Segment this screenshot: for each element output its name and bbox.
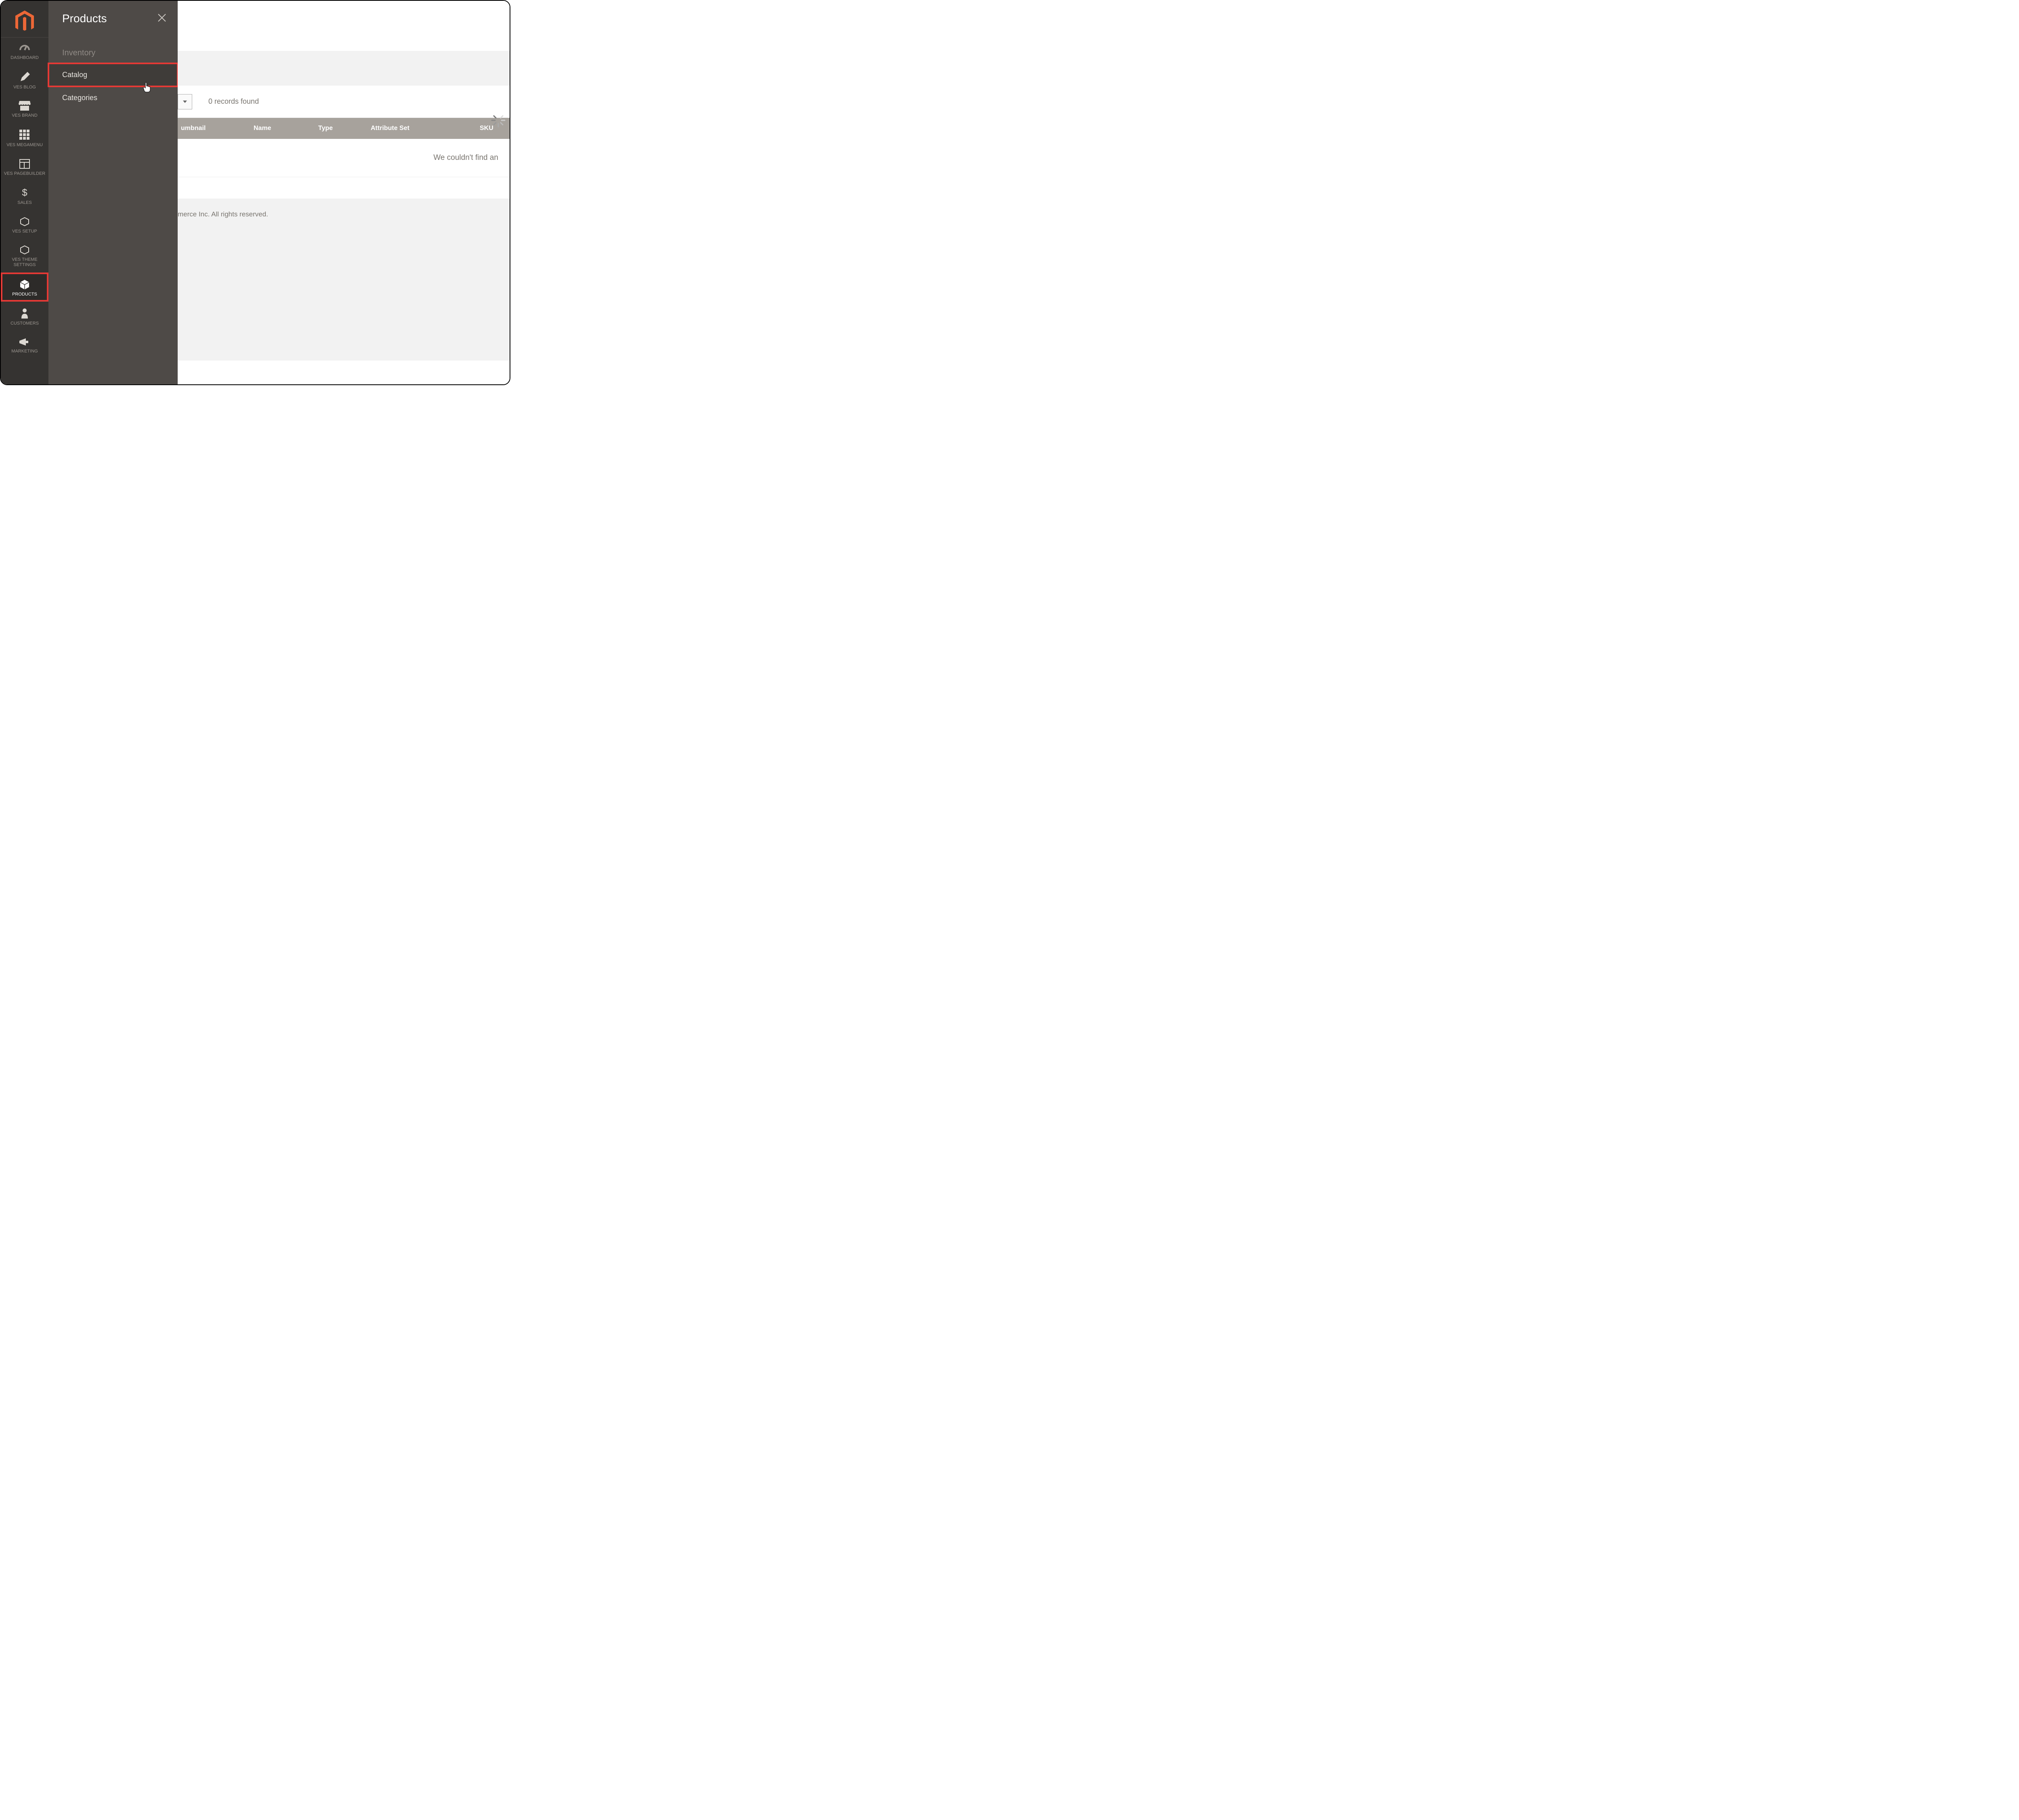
nav-label: MARKETING <box>11 349 38 354</box>
layout-icon <box>19 159 30 169</box>
submenu-item-label: Categories <box>62 94 97 102</box>
loading-spinner <box>490 112 506 128</box>
submenu-catalog[interactable]: Catalog <box>48 63 178 86</box>
top-blank-area <box>178 1 510 51</box>
magento-logo-icon <box>15 10 35 33</box>
nav-dashboard[interactable]: DASHBOARD <box>1 38 48 65</box>
toolbar-row: 0 records found <box>178 86 510 118</box>
nav-label: VES THEME SETTINGS <box>12 257 37 267</box>
footer-copyright: merce Inc. All rights reserved. <box>178 210 268 218</box>
box-icon <box>19 279 30 289</box>
nav-label: PRODUCTS <box>12 292 37 297</box>
nav-ves-setup[interactable]: VES SETUP <box>1 210 48 239</box>
records-found-label: 0 records found <box>208 97 259 106</box>
dollar-icon: $ <box>21 187 28 198</box>
close-icon <box>157 13 166 22</box>
actions-dropdown-toggle[interactable] <box>178 94 192 109</box>
footer: merce Inc. All rights reserved. <box>178 199 510 361</box>
nav-label: VES MEGAMENU <box>6 143 43 147</box>
nav-ves-megamenu[interactable]: VES MEGAMENU <box>1 123 48 153</box>
nav-products[interactable]: PRODUCTS <box>1 273 48 302</box>
hexagon-icon <box>20 245 29 255</box>
nav-label: DASHBOARD <box>10 55 39 60</box>
title-band <box>178 51 510 86</box>
col-type[interactable]: Type <box>315 125 367 132</box>
main-content: 0 records found umbnail Name Type Attrib… <box>178 1 510 384</box>
grid-empty-message: We couldn't find an <box>178 139 510 177</box>
nav-ves-brand[interactable]: VES BRAND <box>1 94 48 123</box>
nav-label: CUSTOMERS <box>10 321 39 326</box>
submenu-section-label: Inventory <box>48 34 178 63</box>
svg-text:$: $ <box>22 187 27 198</box>
caret-down-icon <box>183 101 187 103</box>
pencil-icon <box>19 72 30 82</box>
nav-ves-pagebuilder[interactable]: VES PAGEBUILDER <box>1 153 48 181</box>
submenu-categories[interactable]: Categories <box>48 86 178 109</box>
gauge-icon <box>19 44 31 53</box>
person-icon <box>21 308 29 319</box>
spinner-icon <box>490 112 506 128</box>
submenu-item-label: Catalog <box>62 71 87 79</box>
nav-label: VES BRAND <box>12 113 38 118</box>
nav-marketing[interactable]: MARKETING <box>1 331 48 359</box>
grid-spacer <box>178 177 510 199</box>
hexagon-icon <box>20 217 29 226</box>
magento-logo[interactable] <box>1 5 48 38</box>
storefront-icon <box>19 101 31 111</box>
nav-sales[interactable]: $ SALES <box>1 181 48 210</box>
grid-icon <box>19 130 30 140</box>
nav-ves-blog[interactable]: VES BLOG <box>1 65 48 95</box>
products-submenu: Products Inventory Catalog Categories <box>48 1 178 384</box>
col-thumbnail[interactable]: umbnail <box>178 125 250 132</box>
col-attribute-set[interactable]: Attribute Set <box>367 125 476 132</box>
grid-header: umbnail Name Type Attribute Set SKU <box>178 118 510 139</box>
nav-label: SALES <box>17 200 31 205</box>
nav-label: VES SETUP <box>12 229 37 234</box>
nav-label: VES BLOG <box>13 85 36 90</box>
nav-label: VES PAGEBUILDER <box>4 171 46 176</box>
megaphone-icon <box>19 338 30 346</box>
close-submenu-button[interactable] <box>157 13 166 24</box>
submenu-title: Products <box>62 12 107 25</box>
col-name[interactable]: Name <box>250 125 315 132</box>
main-sidebar: DASHBOARD VES BLOG VES BRAND VES MEGAMEN… <box>1 1 48 384</box>
nav-customers[interactable]: CUSTOMERS <box>1 302 48 331</box>
nav-ves-theme-settings[interactable]: VES THEME SETTINGS <box>1 239 48 272</box>
